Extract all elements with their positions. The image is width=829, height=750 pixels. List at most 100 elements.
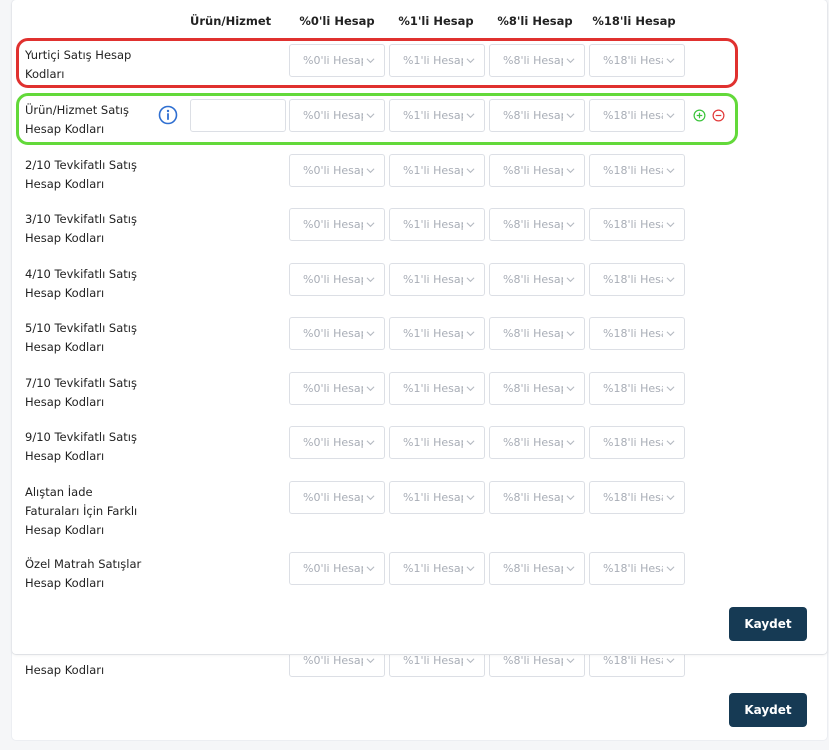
select-1-percent[interactable]: %1'li Hesap bbox=[389, 552, 485, 585]
select-0-percent[interactable]: %0'li Hesap bbox=[289, 263, 385, 296]
select-1-percent[interactable]: %1'li Hesap bbox=[389, 208, 485, 241]
header-col-0: %0'li Hesap bbox=[299, 14, 375, 28]
chevron-down-icon bbox=[566, 113, 575, 119]
select-0-percent[interactable]: %0'li Hesap bbox=[289, 99, 385, 132]
select-placeholder: %0'li Hesap bbox=[303, 218, 363, 231]
row-label-line: Hesap Kodları bbox=[25, 576, 105, 590]
select-8-percent[interactable]: %8'li Hesap bbox=[489, 426, 585, 459]
select-placeholder: %18'li Hesap bbox=[603, 436, 663, 449]
chevron-down-icon bbox=[366, 566, 375, 572]
chevron-down-icon bbox=[566, 331, 575, 337]
select-1-percent[interactable]: %1'li Hesap bbox=[389, 99, 485, 132]
select-8-percent[interactable]: %8'li Hesap bbox=[489, 552, 585, 585]
select-8-percent[interactable]: %8'li Hesap bbox=[489, 372, 585, 405]
select-1-percent[interactable]: %1'li Hesap bbox=[389, 263, 485, 296]
select-8-percent[interactable]: %8'li Hesap bbox=[489, 208, 585, 241]
chevron-down-icon bbox=[466, 495, 475, 501]
save-button[interactable]: Kaydet bbox=[729, 693, 807, 727]
select-placeholder: %0'li Hesap bbox=[303, 327, 363, 340]
select-8-percent[interactable]: %8'li Hesap bbox=[489, 317, 585, 350]
select-placeholder: %8'li Hesap bbox=[503, 382, 563, 395]
chevron-down-icon bbox=[466, 113, 475, 119]
select-1-percent[interactable]: %1'li Hesap bbox=[389, 481, 485, 514]
select-18-percent[interactable]: %18'li Hesap bbox=[589, 372, 685, 405]
select-placeholder: %0'li Hesap bbox=[303, 273, 363, 286]
row-label-line: Hesap Kodları bbox=[25, 177, 105, 191]
select-18-percent[interactable]: %18'li Hesap bbox=[589, 154, 685, 187]
select-18-percent[interactable]: %18'li Hesap bbox=[589, 99, 685, 132]
account-codes-card: Ürün/Hizmet %0'li Hesap %1'li Hesap %8'l… bbox=[12, 0, 827, 654]
add-row-icon[interactable] bbox=[693, 109, 706, 122]
select-8-percent[interactable]: %8'li Hesap bbox=[489, 44, 585, 77]
row-fields: %0'li Hesap %1'li Hesap %8'li Hesap %18'li … bbox=[289, 154, 685, 187]
select-1-percent[interactable]: %1'li Hesap bbox=[389, 372, 485, 405]
select-placeholder: %18'li Hesap bbox=[603, 109, 663, 122]
select-1-percent[interactable]: %1'li Hesap bbox=[389, 44, 485, 77]
select-placeholder: %0'li Hesap bbox=[303, 436, 363, 449]
select-0-percent[interactable]: %0'li Hesap bbox=[289, 208, 385, 241]
urun-hizmet-input[interactable] bbox=[190, 99, 286, 132]
select-0-percent[interactable]: %0'li Hesap bbox=[289, 481, 385, 514]
row-label: Hesap Kodları bbox=[25, 663, 105, 677]
row-label-line: Hesap Kodları bbox=[25, 122, 105, 136]
chevron-down-icon bbox=[366, 168, 375, 174]
row-label-line: Özel Matrah Satışlar bbox=[25, 557, 142, 571]
row-fields: %0'li Hesap %1'li Hesap %8'li Hesap %18'li … bbox=[289, 263, 685, 296]
info-icon[interactable] bbox=[158, 105, 178, 125]
select-placeholder: %0'li Hesap bbox=[303, 382, 363, 395]
select-placeholder: %18'li Hesap bbox=[603, 382, 663, 395]
select-18-percent[interactable]: %18'li Hesap bbox=[589, 426, 685, 459]
select-placeholder: %0'li Hesap bbox=[303, 491, 363, 504]
chevron-down-icon bbox=[666, 658, 675, 664]
select-placeholder: %18'li Hesap bbox=[603, 54, 663, 67]
select-placeholder: %18'li Hesap bbox=[603, 491, 663, 504]
remove-row-icon[interactable] bbox=[712, 109, 725, 122]
select-8-percent[interactable]: %8'li Hesap bbox=[489, 263, 585, 296]
select-18-percent[interactable]: %18'li Hesap bbox=[589, 208, 685, 241]
row-label-line: 4/10 Tevkifatlı Satış bbox=[25, 267, 137, 281]
save-button[interactable]: Kaydet bbox=[729, 607, 807, 641]
select-0-percent[interactable]: %0'li Hesap bbox=[289, 372, 385, 405]
row-label: Ürün/Hizmet Satış Hesap Kodları bbox=[25, 101, 160, 139]
row-label: 4/10 Tevkifatlı Satış Hesap Kodları bbox=[25, 265, 160, 303]
row-fields: %0'li Hesap %1'li Hesap %8'li Hesap %18'li … bbox=[289, 208, 685, 241]
select-18-percent[interactable]: %18'li Hesap bbox=[589, 263, 685, 296]
select-placeholder: %8'li Hesap bbox=[503, 562, 563, 575]
row-label-line: Ürün/Hizmet Satış bbox=[25, 103, 129, 117]
row-fields: %0'li Hesap %1'li Hesap %8'li Hesap %18'li … bbox=[289, 372, 685, 405]
chevron-down-icon bbox=[666, 113, 675, 119]
select-0-percent[interactable]: %0'li Hesap bbox=[289, 426, 385, 459]
row-fields: %0'li Hesap %1'li Hesap %8'li Hesap %18'li … bbox=[289, 99, 685, 132]
select-placeholder: %18'li Hesap bbox=[603, 562, 663, 575]
chevron-down-icon bbox=[466, 168, 475, 174]
select-0-percent[interactable]: %0'li Hesap bbox=[289, 154, 385, 187]
header-col-18: %18'li Hesap bbox=[592, 14, 676, 28]
chevron-down-icon bbox=[666, 331, 675, 337]
select-8-percent[interactable]: %8'li Hesap bbox=[489, 481, 585, 514]
select-placeholder: %8'li Hesap bbox=[503, 436, 563, 449]
row-label-line: 9/10 Tevkifatlı Satış bbox=[25, 430, 137, 444]
select-0-percent[interactable]: %0'li Hesap bbox=[289, 44, 385, 77]
select-1-percent[interactable]: %1'li Hesap bbox=[389, 154, 485, 187]
select-placeholder: %18'li Hesap bbox=[603, 218, 663, 231]
select-placeholder: %1'li Hesap bbox=[403, 109, 463, 122]
select-18-percent[interactable]: %18'li Hesap bbox=[589, 481, 685, 514]
select-1-percent[interactable]: %1'li Hesap bbox=[389, 426, 485, 459]
select-18-percent[interactable]: %18'li Hesap bbox=[589, 44, 685, 77]
select-18-percent[interactable]: %18'li Hesap bbox=[589, 317, 685, 350]
select-0-percent[interactable]: %0'li Hesap bbox=[289, 317, 385, 350]
select-18-percent[interactable]: %18'li Hesap bbox=[589, 552, 685, 585]
select-placeholder: %0'li Hesap bbox=[303, 562, 363, 575]
row-label: 2/10 Tevkifatlı Satış Hesap Kodları bbox=[25, 156, 160, 194]
row-label-line: 2/10 Tevkifatlı Satış bbox=[25, 158, 137, 172]
select-8-percent[interactable]: %8'li Hesap bbox=[489, 99, 585, 132]
chevron-down-icon bbox=[666, 495, 675, 501]
select-0-percent[interactable]: %0'li Hesap bbox=[289, 552, 385, 585]
row-label: 3/10 Tevkifatlı Satış Hesap Kodları bbox=[25, 210, 160, 248]
chevron-down-icon bbox=[666, 566, 675, 572]
chevron-down-icon bbox=[566, 168, 575, 174]
chevron-down-icon bbox=[566, 58, 575, 64]
row-label-line: Hesap Kodları bbox=[25, 340, 105, 354]
select-8-percent[interactable]: %8'li Hesap bbox=[489, 154, 585, 187]
select-1-percent[interactable]: %1'li Hesap bbox=[389, 317, 485, 350]
